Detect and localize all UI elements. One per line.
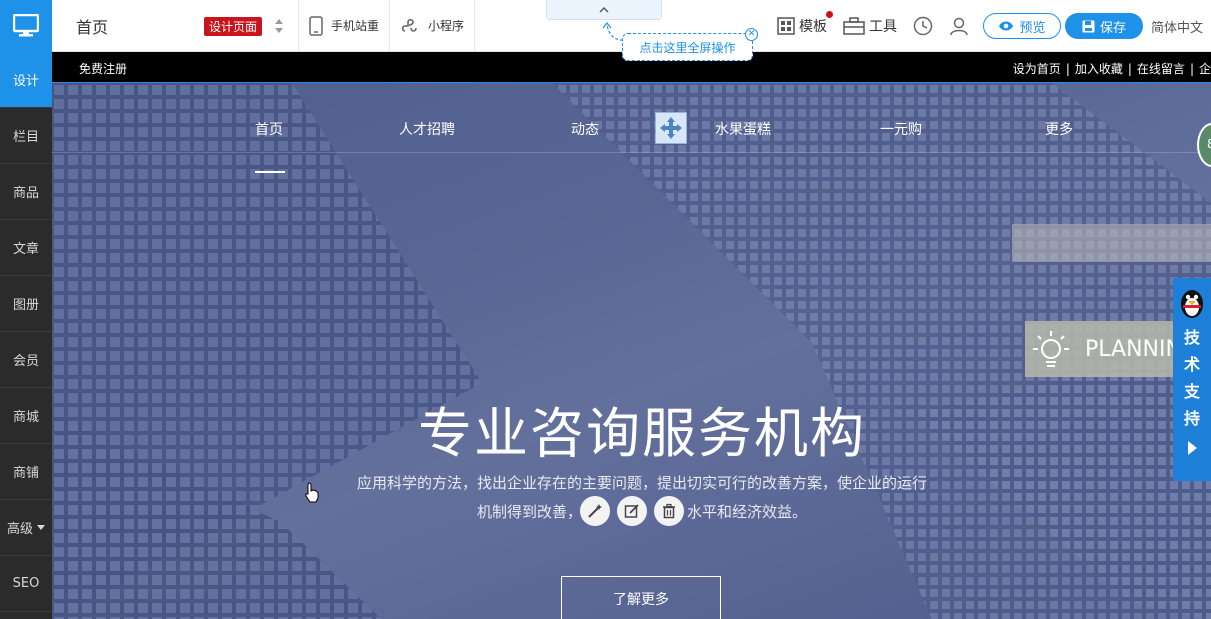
message-link[interactable]: 在线留言	[1137, 62, 1185, 76]
chevron-up-icon	[599, 6, 609, 12]
collapse-toolbar-tab[interactable]	[546, 0, 662, 20]
sidebar-item-shop[interactable]: 商铺	[0, 444, 52, 500]
user-icon	[950, 17, 968, 36]
nav-item-jobs[interactable]: 人才招聘	[399, 119, 455, 139]
tools-label: 工具	[868, 19, 897, 35]
sidebar-item-members[interactable]: 会员	[0, 332, 52, 388]
sidebar-item-label: 高级	[6, 522, 33, 537]
miniapp-label: 小程序	[428, 19, 465, 33]
language-selector[interactable]: 简体中文	[1143, 17, 1211, 36]
floppy-disk-icon	[1082, 20, 1095, 32]
site-nav: 首页 人才招聘 动态 水果蛋糕 一元购 更多	[52, 83, 1211, 153]
caret-down-icon	[37, 525, 45, 530]
sidebar-item-mall[interactable]: 商城	[0, 388, 52, 444]
close-icon[interactable]: ✕	[745, 28, 758, 41]
clock-icon	[913, 16, 933, 36]
top-links: 设为首页 | 加入收藏 | 在线留言 | 企	[1012, 62, 1211, 76]
sidebar-item-label: SEO	[12, 576, 40, 591]
nav-item-more[interactable]: 更多	[1045, 119, 1073, 139]
sidebar-item-articles[interactable]: 文章	[0, 220, 52, 276]
sidebar-item-label: 商城	[12, 410, 39, 425]
set-homepage-link[interactable]: 设为首页	[1013, 62, 1061, 76]
hero-banner[interactable]: 首页 人才招聘 动态 水果蛋糕 一元购 更多 8 PLANNIN 技 术 支 持…	[52, 82, 1211, 619]
template-label: 模板	[798, 19, 827, 35]
enterprise-link[interactable]: 企	[1199, 62, 1211, 76]
module-tools	[580, 496, 684, 526]
magic-wand-icon[interactable]	[580, 496, 610, 526]
page-selector[interactable]: 首页 设计页面	[52, 0, 299, 52]
nav-item-news[interactable]: 动态	[571, 119, 599, 139]
hero-title: 专业咨询服务机构	[418, 402, 866, 465]
nav-item-onedollar[interactable]: 一元购	[880, 119, 922, 139]
sidebar-item-advanced[interactable]: 高级	[0, 500, 52, 556]
toolbox-icon	[843, 17, 865, 35]
preview-label: 预览	[1019, 20, 1046, 36]
decor-block	[1012, 224, 1211, 262]
fullscreen-hint-text: 点击这里全屏操作	[639, 40, 736, 55]
trash-icon[interactable]	[654, 496, 684, 526]
mobile-site-button[interactable]: 手机站重	[299, 0, 391, 52]
register-link[interactable]: 免费注册	[79, 60, 127, 77]
hand-cursor-icon	[305, 482, 319, 503]
qq-penguin-icon	[1181, 290, 1203, 318]
nav-item-home[interactable]: 首页	[255, 119, 283, 139]
save-label: 保存	[1099, 20, 1126, 36]
sidebar-item-seo[interactable]: SEO	[0, 556, 52, 612]
mobile-site-label: 手机站重	[331, 19, 380, 33]
design-page-badge: 设计页面	[204, 16, 263, 36]
sidebar-item-label: 商品	[12, 186, 39, 201]
monitor-logo-icon[interactable]	[0, 0, 52, 52]
side-round-tab-text: 8	[1207, 137, 1211, 151]
notification-dot	[825, 11, 833, 18]
sidebar-item-label: 栏目	[12, 130, 39, 145]
sidebar-item-columns[interactable]: 栏目	[0, 108, 52, 164]
history-button[interactable]	[905, 16, 941, 36]
sidebar-item-label: 图册	[12, 298, 39, 313]
planning-text: PLANNIN	[1085, 336, 1182, 362]
sidebar-item-label: 会员	[12, 354, 39, 369]
eye-icon	[999, 21, 1014, 31]
template-grid-icon	[777, 17, 795, 35]
save-button[interactable]: 保存	[1064, 13, 1143, 39]
sort-updown-icon	[275, 18, 283, 33]
preview-button[interactable]: 预览	[982, 13, 1061, 39]
learn-more-button[interactable]: 了解更多	[561, 576, 721, 619]
add-favorite-link[interactable]: 加入收藏	[1075, 62, 1123, 76]
miniapp-button[interactable]: 小程序	[390, 0, 476, 52]
miniapp-icon	[401, 18, 417, 32]
fullscreen-hint[interactable]: 点击这里全屏操作 ✕	[622, 28, 758, 61]
hero-desc-line1: 应用科学的方法，找出企业存在的主要问题，提出切实可行的改善方案，使企业的运行	[356, 474, 927, 492]
account-button[interactable]	[941, 16, 977, 36]
sidebar-item-label: 设计	[12, 74, 39, 89]
move-icon[interactable]	[655, 112, 687, 144]
nav-item-cakes[interactable]: 水果蛋糕	[715, 119, 771, 139]
nav-active-indicator	[255, 171, 285, 173]
sidebar-item-albums[interactable]: 图册	[0, 276, 52, 332]
edit-icon[interactable]	[617, 496, 647, 526]
sidebar-item-products[interactable]: 商品	[0, 164, 52, 220]
template-button[interactable]: 模板	[769, 11, 835, 36]
page-title: 首页	[76, 17, 109, 37]
toolbar-right-tools: 模板 工具 预览 保存 简体中文	[769, 0, 1211, 52]
lightbulb-icon	[1033, 331, 1069, 367]
sidebar-item-label: 商铺	[12, 466, 39, 481]
mobile-phone-icon	[309, 15, 323, 36]
tools-button[interactable]: 工具	[835, 16, 905, 36]
sidebar-item-label: 文章	[12, 242, 39, 257]
